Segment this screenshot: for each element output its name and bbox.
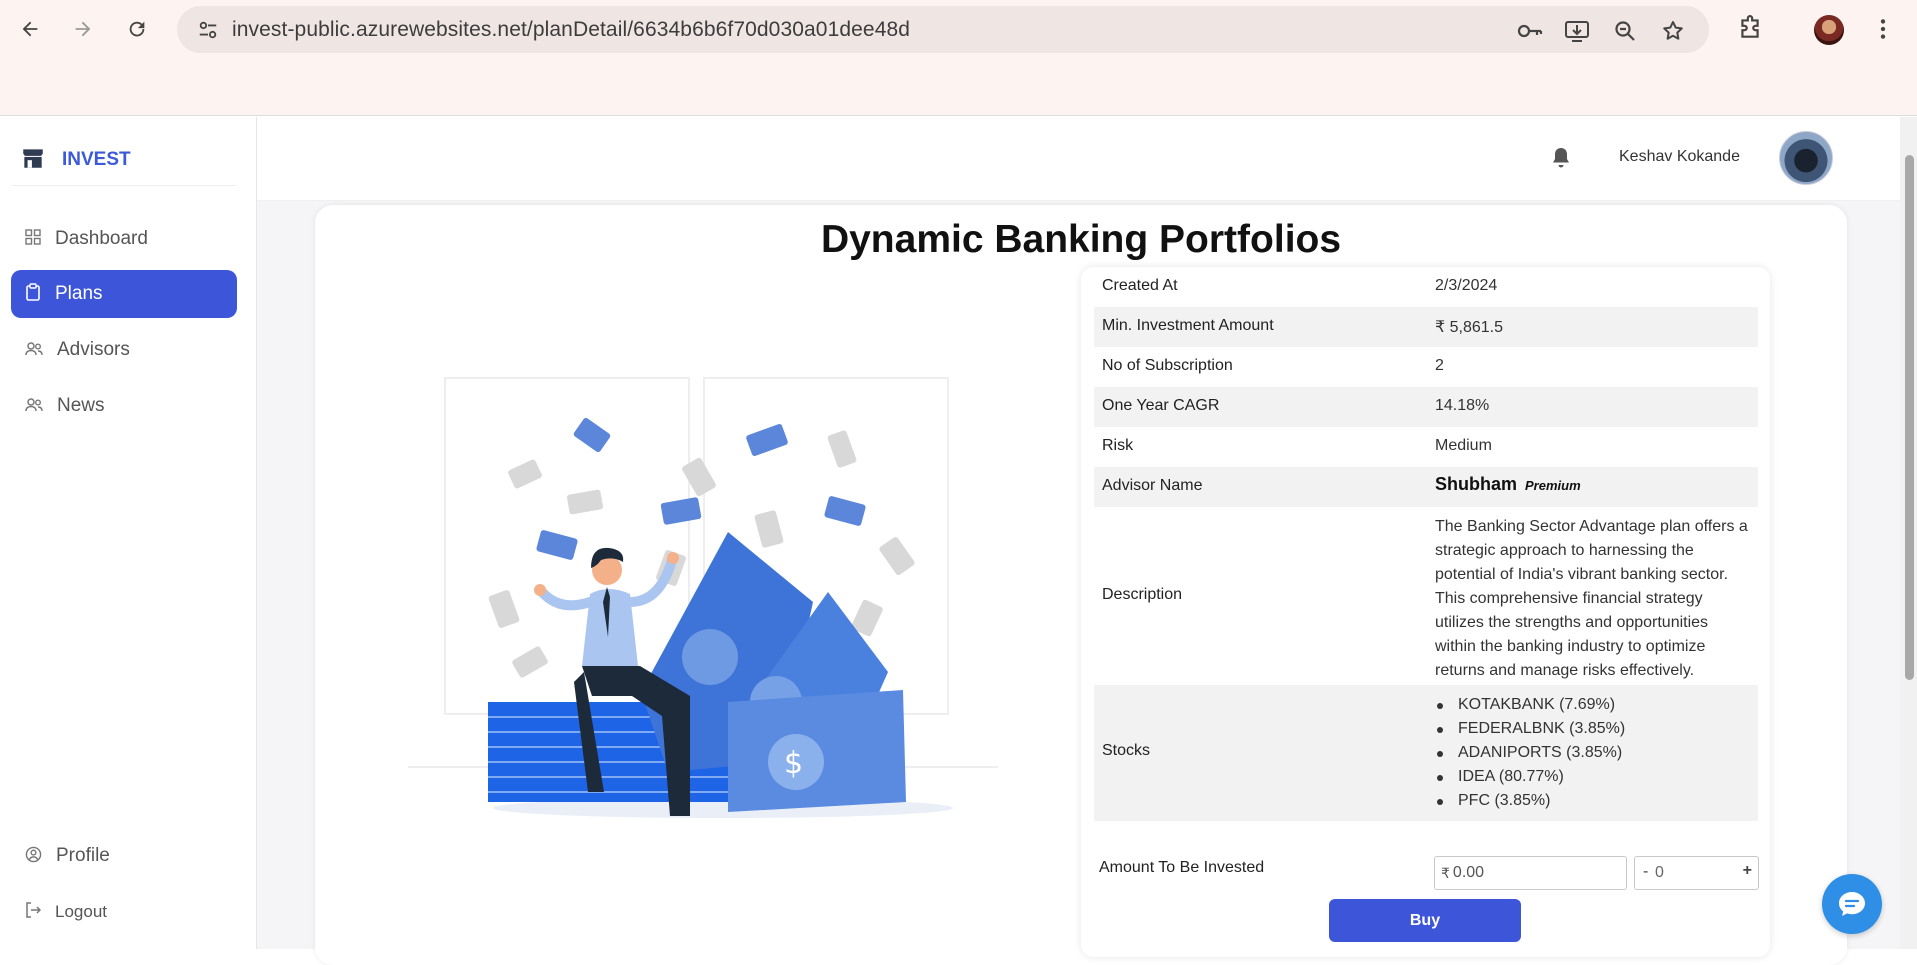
- sidebar-item-label: Plans: [55, 283, 103, 304]
- row-created-at: Created At 2/3/2024: [1102, 277, 1498, 294]
- sidebar-item-profile[interactable]: Profile: [11, 832, 237, 880]
- address-bar[interactable]: invest-public.azurewebsites.net/planDeta…: [177, 6, 1709, 53]
- sidebar-item-plans[interactable]: Plans: [11, 270, 237, 318]
- amount-value[interactable]: 0.00: [1453, 864, 1484, 882]
- install-app-icon[interactable]: [1564, 19, 1589, 43]
- svg-text:$: $: [784, 746, 803, 781]
- profile-avatar[interactable]: [1814, 15, 1844, 45]
- row-subscriptions: No of Subscription 2: [1102, 357, 1444, 374]
- page-top-strip: [0, 58, 1917, 116]
- amount-label: Amount To Be Invested: [1099, 859, 1265, 876]
- clipboard-icon: [25, 283, 41, 305]
- app-header: Keshav Kokande: [257, 117, 1900, 201]
- store-icon: [20, 145, 46, 175]
- arrow-left-icon: [22, 21, 38, 37]
- row-risk: Risk Medium: [1102, 437, 1492, 454]
- browser-toolbar: invest-public.azurewebsites.net/planDeta…: [0, 0, 1917, 58]
- user-circle-icon: [25, 846, 42, 867]
- brand[interactable]: INVEST: [20, 145, 131, 175]
- description-text: The Banking Sector Advantage plan offers…: [1435, 518, 1748, 679]
- reload-button[interactable]: [121, 13, 153, 45]
- decrement-button[interactable]: -: [1643, 863, 1648, 881]
- sidebar-item-label: Profile: [56, 845, 110, 866]
- list-item: KOTAKBANK (7.69%): [1435, 693, 1625, 717]
- extensions-icon[interactable]: [1737, 15, 1765, 43]
- advisor-name[interactable]: Shubham: [1435, 474, 1517, 494]
- row-cagr: One Year CAGR 14.18%: [1094, 387, 1758, 427]
- back-button[interactable]: [14, 13, 46, 45]
- stocks-list: KOTAKBANK (7.69%) FEDERALBNK (3.85%) ADA…: [1435, 693, 1625, 813]
- increment-button[interactable]: +: [1743, 862, 1752, 880]
- row-min-investment: Min. Investment Amount ₹ 5,861.5: [1094, 307, 1758, 347]
- sidebar-item-label: Logout: [55, 902, 107, 921]
- list-item: ADANIPORTS (3.85%): [1435, 741, 1625, 765]
- logout-icon: [25, 902, 42, 922]
- rupee-symbol: ₹: [1441, 864, 1450, 881]
- row-description: Description The Banking Sector Advantage…: [1094, 507, 1758, 685]
- brand-name: INVEST: [62, 149, 131, 170]
- quantity-stepper[interactable]: - 0 +: [1634, 856, 1759, 890]
- chat-icon: [1839, 892, 1865, 916]
- sidebar-item-label: Advisors: [57, 339, 130, 360]
- quantity-value[interactable]: 0: [1655, 864, 1664, 882]
- arrow-right-icon: [75, 21, 91, 37]
- bell-icon[interactable]: [1550, 146, 1572, 174]
- avatar[interactable]: [1779, 131, 1833, 185]
- sidebar-item-logout[interactable]: Logout: [11, 888, 237, 936]
- plan-details-table: Created At 2/3/2024 Min. Investment Amou…: [1081, 267, 1770, 957]
- divider: [12, 185, 236, 186]
- forward-button[interactable]: [67, 13, 99, 45]
- zoom-icon[interactable]: [1613, 19, 1637, 43]
- sidebar-item-advisors[interactable]: Advisors: [11, 326, 237, 374]
- sidebar-item-news[interactable]: News: [11, 382, 237, 430]
- list-item: PFC (3.85%): [1435, 789, 1625, 813]
- key-icon[interactable]: [1517, 19, 1543, 43]
- sidebar-item-label: News: [57, 395, 105, 416]
- list-item: FEDERALBNK (3.85%): [1435, 717, 1625, 741]
- users-icon: [25, 341, 43, 360]
- page-title: Dynamic Banking Portfolios: [820, 218, 1342, 261]
- amount-input[interactable]: ₹ 0.00: [1434, 856, 1627, 890]
- bookmark-star-icon[interactable]: [1661, 19, 1685, 43]
- premium-badge: Premium: [1525, 478, 1581, 493]
- row-stocks: Stocks KOTAKBANK (7.69%) FEDERALBNK (3.8…: [1094, 685, 1758, 821]
- row-advisor: Advisor Name Shubham Premium: [1094, 467, 1758, 507]
- username[interactable]: Keshav Kokande: [1619, 148, 1740, 166]
- buy-button[interactable]: Buy: [1329, 899, 1521, 942]
- list-item: IDEA (80.77%): [1435, 765, 1625, 789]
- chat-button[interactable]: [1822, 874, 1882, 934]
- users-icon: [25, 397, 43, 416]
- money-illustration: $: [408, 377, 998, 818]
- site-settings-icon[interactable]: [197, 19, 219, 45]
- reload-icon: [129, 21, 145, 37]
- more-menu-icon[interactable]: [1870, 15, 1898, 43]
- url-text[interactable]: invest-public.azurewebsites.net/planDeta…: [232, 18, 910, 42]
